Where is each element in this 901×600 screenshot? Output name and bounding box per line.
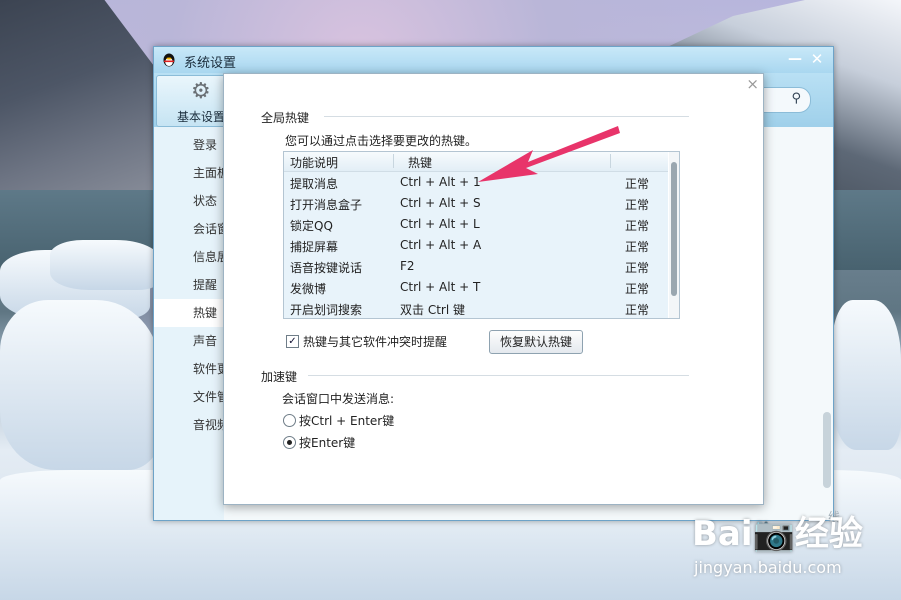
watermark-url: jingyan.baidu.com <box>694 558 842 577</box>
watermark-brand: Bai📷经验 <box>692 514 863 554</box>
